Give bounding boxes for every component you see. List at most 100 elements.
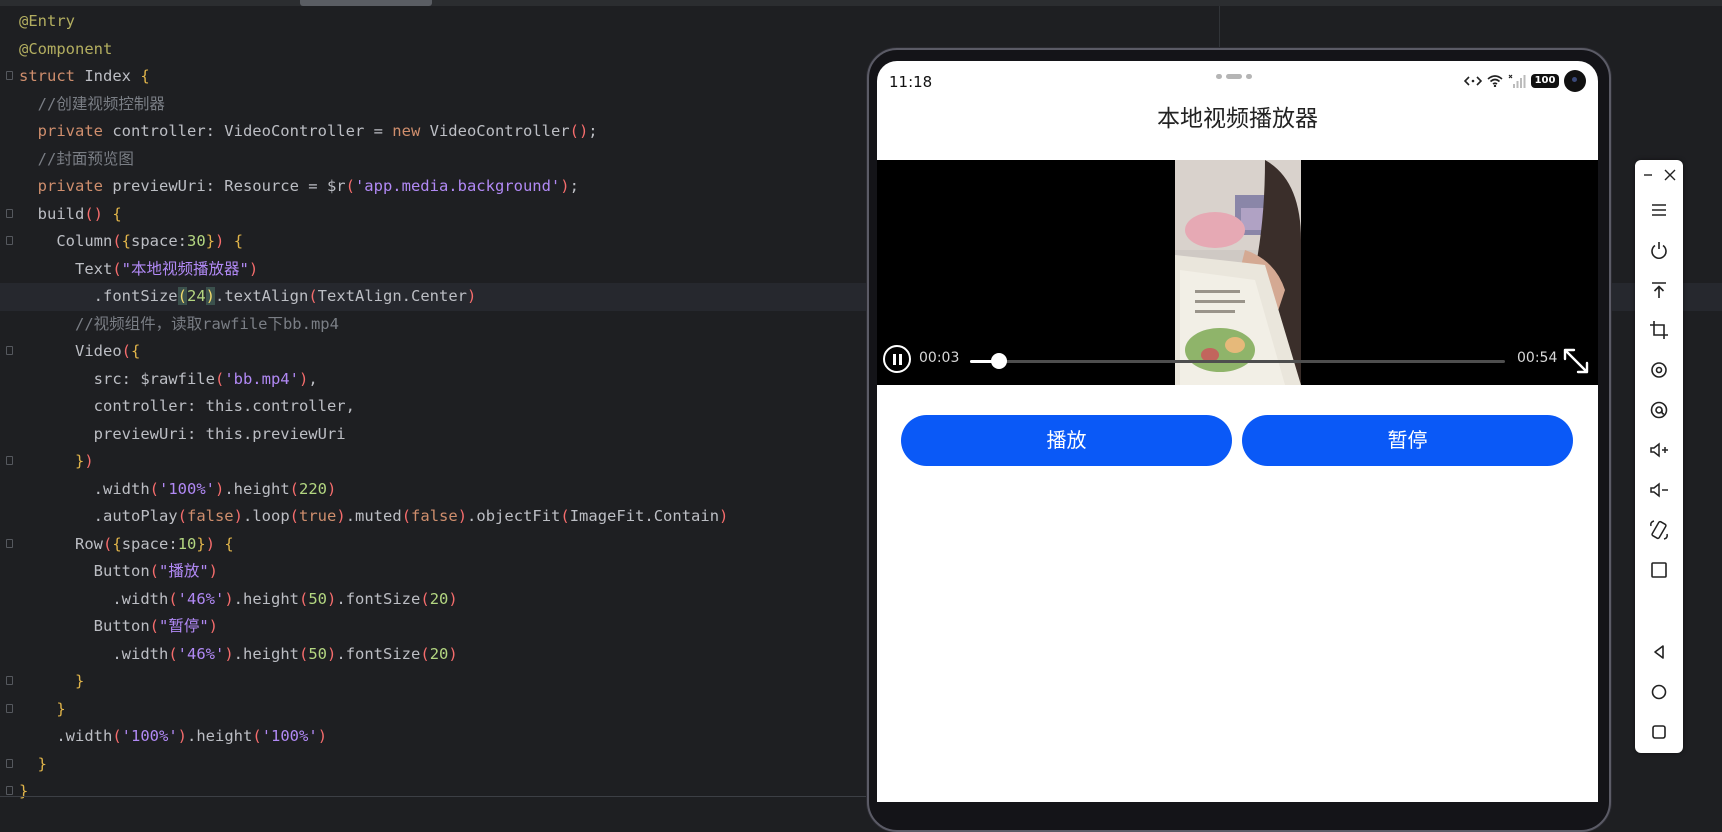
code-token: ( [177,287,187,305]
code-token: { [224,534,234,553]
code-text: previewUri: this.previewUri [19,421,346,449]
fold-marker-icon[interactable] [6,236,13,245]
code-line[interactable]: @Entry [0,8,1722,36]
back-icon[interactable] [1647,640,1671,664]
video-progress-slider[interactable] [970,353,1505,369]
code-token: TextAlign.Center [317,287,467,305]
code-token: } [19,754,47,773]
code-token: ) [327,589,337,608]
code-token: //创建视频控制器 [19,94,165,113]
code-token: ) [215,479,225,498]
code-token: ) [205,534,225,553]
code-token: ( [168,589,178,608]
power-icon[interactable] [1647,238,1671,262]
fold-marker-icon[interactable] [6,786,13,795]
code-token: ( [345,177,355,195]
emulator-toolbar [1635,160,1683,753]
close-icon[interactable] [1661,166,1679,184]
code-token: ( [308,287,318,305]
video-player[interactable]: 00:03 00:54 [877,160,1598,385]
code-text: Text("本地视频播放器") [19,256,258,284]
code-token: 'app.media.background' [354,177,561,195]
code-token: ( [299,644,309,663]
code-token: false [411,507,458,525]
video-progress-thumb[interactable] [991,353,1008,369]
code-token: .muted [345,507,402,525]
crop-icon[interactable] [1647,318,1671,342]
pin-top-icon[interactable] [1647,278,1671,302]
code-token: //视频组件，读取rawfile下bb.mp4 [19,314,339,333]
fold-marker-icon[interactable] [6,346,13,355]
code-text: .width('100%').height(220) [19,476,337,504]
code-token: Button [19,562,150,580]
minimize-icon[interactable] [1639,166,1657,184]
code-token: .textAlign [215,287,309,305]
code-token: 50 [308,644,328,663]
status-bar: 11:18 100 [877,61,1598,101]
code-token: "播放" [159,562,209,580]
code-token: ; [569,177,579,195]
phone-screen[interactable]: 11:18 100 本地视频播放器 00:03 00:54 播放 暂停 [877,61,1598,802]
code-token: ) [208,562,219,580]
location-icon[interactable] [1647,398,1671,422]
fold-marker-icon[interactable] [6,703,13,713]
rotate-device-icon[interactable] [1647,518,1671,542]
code-token: ) [560,177,570,195]
code-token: ( [214,369,225,388]
code-token: @Entry [19,12,75,30]
code-text: Video({ [19,338,140,366]
home-icon[interactable] [1647,680,1671,704]
code-token: ) [205,287,215,305]
code-token: { [121,232,132,250]
code-token: .height [187,727,253,745]
code-token: ( [112,232,122,250]
code-token: private [19,177,113,195]
fold-marker-icon[interactable] [6,676,13,685]
code-token: ) [336,507,346,525]
code-token: @Component [19,39,113,58]
code-token: .height [224,479,290,498]
code-text: .fontSize(24).textAlign(TextAlign.Center… [19,283,476,311]
volume-up-icon[interactable] [1647,438,1671,462]
code-token: 20 [429,644,449,663]
menu-icon[interactable] [1647,198,1671,222]
fold-marker-icon[interactable] [6,758,13,768]
fold-marker-icon[interactable] [6,208,13,218]
fullscreen-icon[interactable] [1561,346,1591,376]
code-token: () [84,204,113,223]
pause-button[interactable]: 暂停 [1242,415,1573,466]
code-token: ( [149,617,159,635]
code-text: private controller: VideoController = ne… [19,118,598,146]
code-token: 24 [186,287,206,305]
video-frame-image [1175,160,1301,385]
code-token: true [299,507,337,525]
code-token: ) [317,727,328,745]
pause-icon[interactable] [883,345,911,373]
code-token: ( [112,727,122,745]
code-text: .width('100%').height('100%') [19,723,327,751]
app-title: 本地视频播放器 [1157,106,1318,132]
code-token: ) [448,589,458,608]
fold-marker-icon[interactable] [6,71,13,80]
volume-down-icon[interactable] [1647,478,1671,502]
code-token: ( [299,589,309,608]
rotate-icon[interactable] [1647,358,1671,382]
code-token: controller: VideoController = [112,122,393,140]
code-token: } [196,534,206,553]
recent-apps-icon[interactable] [1647,720,1671,744]
horizontal-scrollbar[interactable] [300,0,432,6]
code-token: .fontSize [336,589,421,608]
code-text: .width('46%').height(50).fontSize(20) [19,641,457,669]
fold-marker-icon[interactable] [6,538,13,548]
code-token: 'bb.mp4' [224,369,299,388]
fold-marker-icon[interactable] [6,456,13,465]
code-text: } [19,696,65,724]
notification-indicator [1216,74,1260,80]
code-text: controller: this.controller, [19,393,355,421]
play-button[interactable]: 播放 [901,415,1232,466]
code-token: .objectFit [467,507,561,525]
camera-cutout [1564,70,1586,92]
fullscreen-icon[interactable] [1647,558,1671,582]
code-token: 220 [299,479,328,498]
code-token: ) [224,644,234,663]
